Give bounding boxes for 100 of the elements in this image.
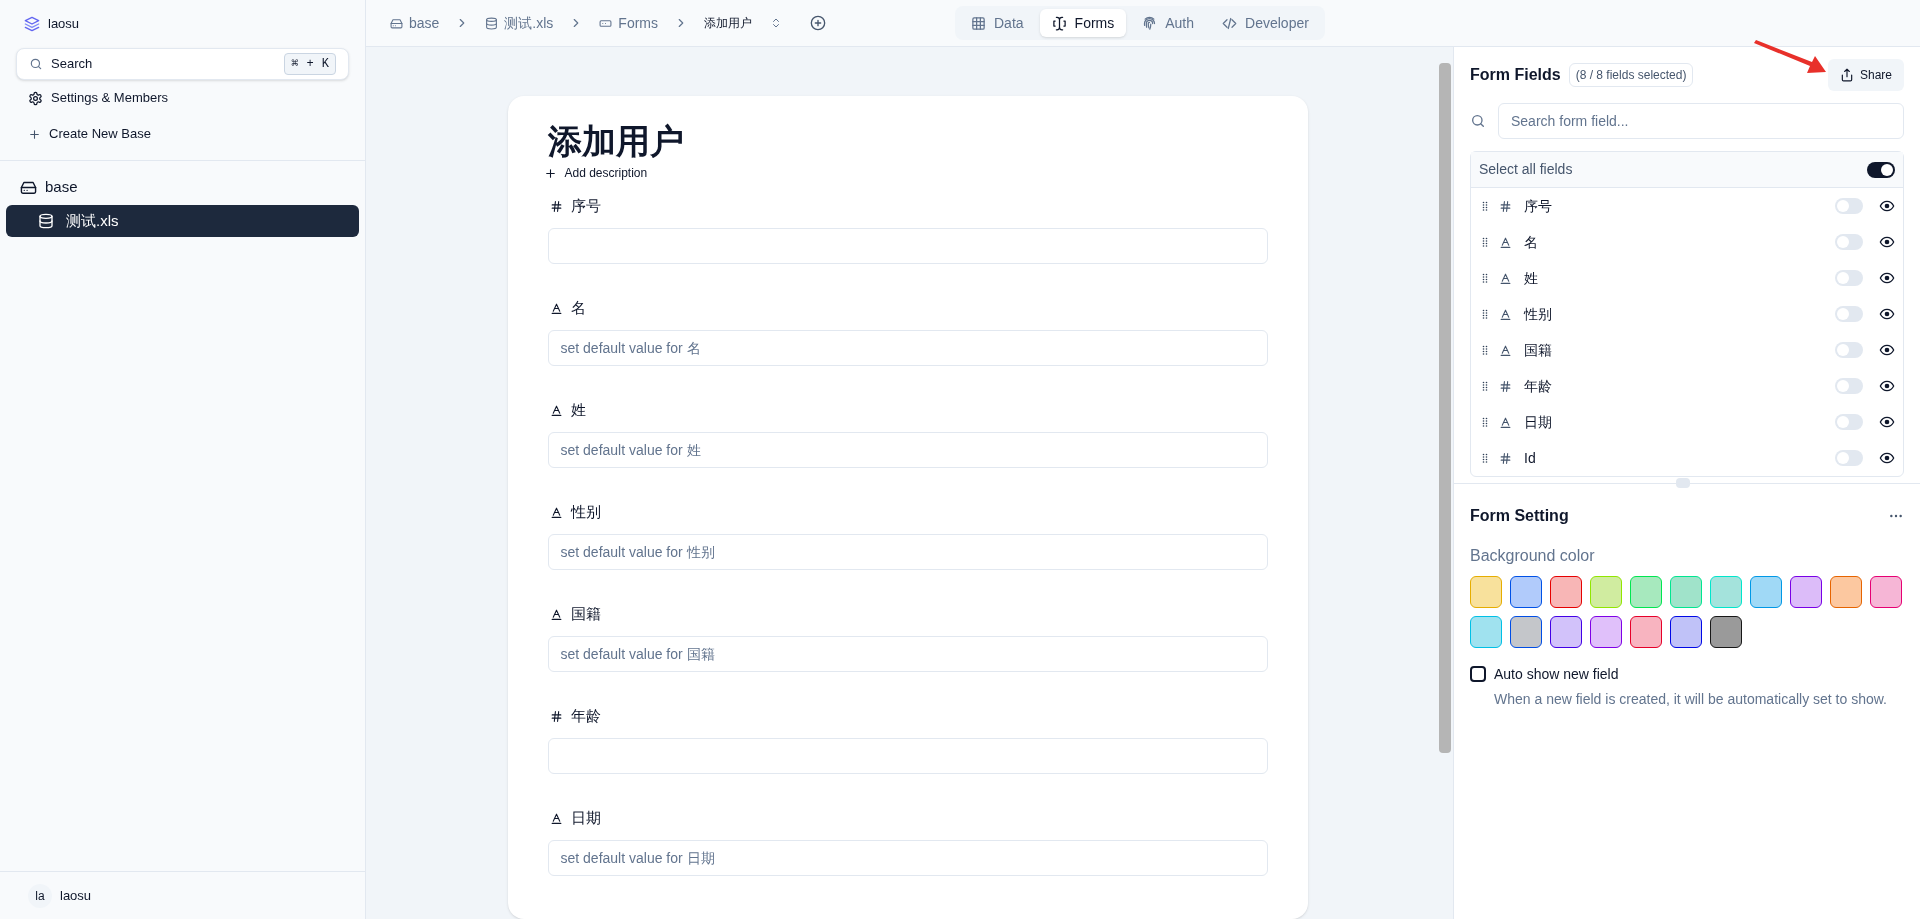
field-name: 性别 (1524, 304, 1553, 324)
share-button[interactable]: Share (1827, 59, 1904, 91)
field-name: 序号 (1524, 196, 1553, 216)
toggle-switch[interactable] (1835, 342, 1863, 358)
text-field-icon (1499, 271, 1512, 285)
eye-icon[interactable] (1879, 450, 1895, 466)
color-swatch[interactable] (1750, 576, 1782, 608)
field-label: 性别 (570, 501, 601, 522)
plus-sign: + (306, 56, 314, 73)
toggle-switch[interactable] (1835, 378, 1863, 394)
add-description-button[interactable]: Add description (543, 164, 648, 182)
toggle-switch[interactable] (1835, 306, 1863, 322)
checkbox-label: Auto show new field (1494, 665, 1620, 684)
text-field-icon (1499, 415, 1512, 429)
toggle-switch[interactable] (1835, 414, 1863, 430)
color-swatch[interactable] (1710, 616, 1742, 648)
search-icon (29, 57, 43, 71)
eye-icon[interactable] (1879, 306, 1895, 322)
eye-icon[interactable] (1879, 414, 1895, 430)
hash-icon (1499, 199, 1512, 213)
fingerprint-icon (1142, 15, 1158, 31)
toggle-switch[interactable] (1835, 270, 1863, 286)
field-count: (8 / 8 fields selected) (1568, 63, 1694, 87)
field-name: 姓 (1524, 268, 1539, 288)
eye-icon[interactable] (1879, 342, 1895, 358)
field-name: Id (1524, 448, 1537, 468)
resize-handle[interactable] (1676, 478, 1690, 488)
database-icon (485, 16, 499, 30)
gear-icon (28, 90, 43, 106)
toggle-switch[interactable] (1867, 161, 1895, 178)
field-name: 国籍 (1524, 340, 1553, 360)
toggle-switch[interactable] (1835, 234, 1863, 250)
color-swatch[interactable] (1870, 576, 1902, 608)
add-view-icon[interactable] (810, 15, 827, 31)
user-name: laosu (60, 886, 92, 905)
color-swatch[interactable] (1630, 616, 1662, 648)
color-swatch[interactable] (1550, 576, 1582, 608)
color-swatch[interactable] (1550, 616, 1582, 648)
toggle-switch[interactable] (1835, 450, 1863, 466)
tab[interactable]: Auth (1130, 9, 1207, 37)
select-all-label: Select all fields (1479, 160, 1574, 179)
eye-icon[interactable] (1879, 270, 1895, 286)
color-swatch[interactable] (1470, 616, 1502, 648)
input-field[interactable] (547, 738, 1268, 774)
color-swatch[interactable] (1510, 576, 1542, 608)
background-color-label: Background color (1469, 546, 1596, 566)
eye-icon[interactable] (1879, 234, 1895, 250)
field-name: 年龄 (1524, 376, 1553, 396)
tab[interactable]: Data (959, 9, 1036, 37)
section-title: Form Setting (1470, 506, 1570, 526)
color-swatch[interactable] (1470, 576, 1502, 608)
search-field[interactable]: Search ⌘ + K (16, 48, 349, 80)
color-swatch[interactable] (1510, 616, 1542, 648)
command-key: ⌘ (291, 55, 299, 73)
breadcrumb-link[interactable]: base (390, 12, 440, 34)
field-name: 日期 (1524, 412, 1553, 432)
input-field[interactable]: set default value for 国籍 (547, 636, 1268, 672)
eye-icon[interactable] (1879, 378, 1895, 394)
search-field[interactable]: Search form field... (1498, 103, 1904, 139)
color-swatch[interactable] (1790, 576, 1822, 608)
text-field-icon (549, 403, 563, 417)
eye-icon[interactable] (1879, 198, 1895, 214)
input-field[interactable]: set default value for 日期 (547, 840, 1268, 876)
text-cursor-icon (1051, 15, 1067, 31)
toggle-switch[interactable] (1835, 198, 1863, 214)
menu-item[interactable]: Create New Base (16, 116, 349, 152)
field-label: 日期 (570, 807, 601, 828)
field-name: 名 (1524, 232, 1539, 252)
table-item[interactable]: 测试.xls (6, 205, 359, 237)
checkbox[interactable] (1470, 666, 1486, 682)
user-avatar: la (28, 883, 52, 908)
tab[interactable]: Developer (1210, 9, 1321, 37)
breadcrumb-link[interactable]: 测试.xls (485, 12, 554, 34)
hash-icon (549, 199, 563, 213)
breadcrumb-link[interactable]: 添加用户 (704, 14, 783, 32)
checkbox-description: When a new field is created, it will be automatically set to show. (1494, 690, 1887, 709)
text-field-icon (549, 811, 563, 825)
plus-icon (28, 127, 41, 141)
input-field[interactable]: set default value for 姓 (547, 432, 1268, 468)
form-title: 添加用户 (547, 121, 685, 162)
field-label: 姓 (570, 399, 586, 420)
color-swatch[interactable] (1590, 616, 1622, 648)
grid-icon (971, 15, 986, 31)
breadcrumb-link[interactable]: Forms (599, 12, 659, 34)
field-label: 序号 (570, 195, 601, 216)
color-swatch[interactable] (1670, 616, 1702, 648)
tab[interactable]: Forms (1039, 9, 1127, 37)
text-field-icon (1499, 307, 1512, 321)
base-item[interactable]: base (0, 169, 365, 205)
color-swatch[interactable] (1830, 576, 1862, 608)
input-field[interactable] (547, 228, 1268, 264)
plus-icon (543, 166, 557, 180)
workspace-name: laosu (48, 15, 80, 34)
menu-item[interactable]: Settings & Members (16, 80, 349, 116)
text-field-icon (1499, 343, 1512, 357)
text-field-icon (549, 505, 563, 519)
input-field[interactable]: set default value for 性别 (547, 534, 1268, 570)
text-field-icon (549, 607, 563, 621)
input-field[interactable]: set default value for 名 (547, 330, 1268, 366)
field-label: 国籍 (570, 603, 601, 624)
